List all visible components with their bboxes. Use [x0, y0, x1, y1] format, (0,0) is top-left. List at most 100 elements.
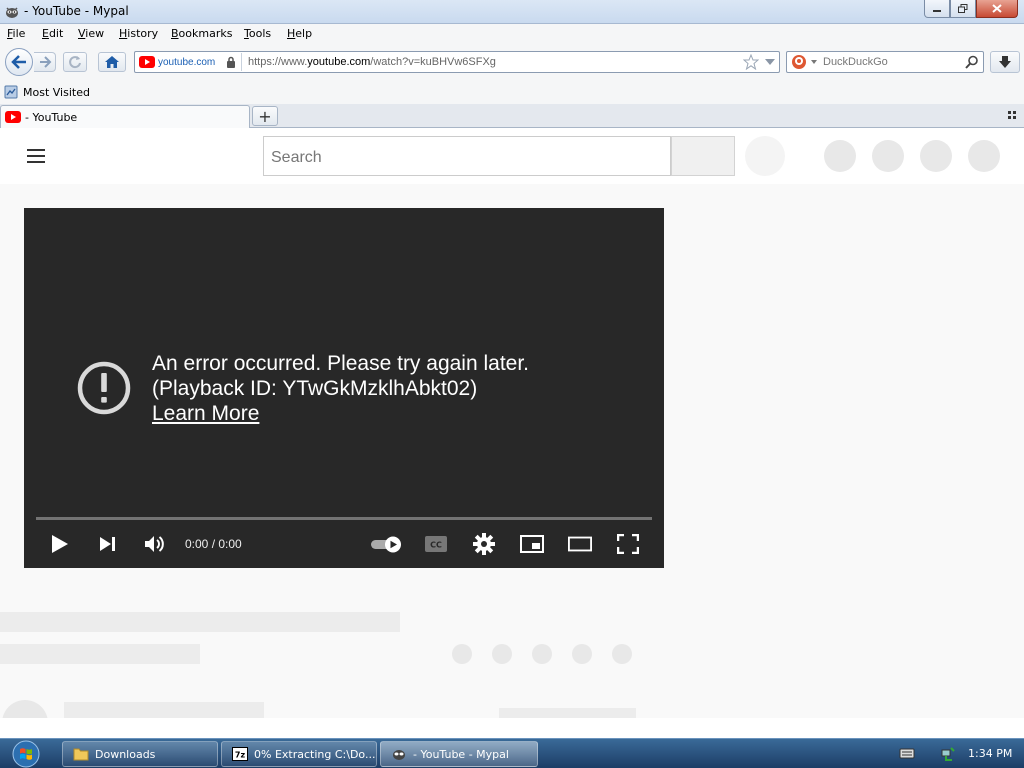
close-icon — [992, 4, 1002, 13]
volume-icon — [145, 536, 164, 552]
gear-icon — [473, 533, 495, 555]
taskbar-7zip[interactable]: 7z 0% Extracting C:\Do... — [221, 741, 377, 767]
taskbar-mypal[interactable]: - YouTube - Mypal — [380, 741, 538, 767]
theater-mode-icon — [568, 536, 592, 552]
reload-icon — [69, 56, 81, 69]
back-button[interactable] — [5, 48, 33, 76]
action-placeholder — [492, 644, 512, 664]
menu-help[interactable]: Help — [287, 27, 312, 40]
menu-view[interactable]: View — [78, 27, 104, 40]
download-arrow-icon — [999, 56, 1011, 68]
play-icon — [52, 535, 68, 553]
mypal-app-icon — [393, 750, 405, 760]
youtube-favicon-icon — [139, 56, 155, 68]
network-icon[interactable] — [940, 746, 956, 762]
mute-button[interactable] — [143, 532, 167, 556]
error-line-2: (Playback ID: YTwGkMzklhAbkt02) — [152, 377, 478, 400]
menu-file[interactable]: File — [7, 27, 25, 40]
home-button[interactable] — [98, 52, 126, 72]
search-bar[interactable]: DuckDuckGo — [786, 51, 984, 73]
svg-text:CC: CC — [430, 541, 442, 550]
url-dropdown-icon[interactable] — [765, 59, 775, 66]
downloads-button[interactable] — [990, 51, 1020, 73]
site-identity[interactable]: youtube.com — [136, 53, 242, 71]
progress-bar[interactable] — [36, 517, 652, 520]
url-text[interactable]: https://www.youtube.com/watch?v=kuBHVw6S… — [248, 56, 496, 68]
next-icon — [100, 537, 115, 551]
reload-button[interactable] — [63, 52, 87, 72]
7zip-icon: 7z — [232, 747, 248, 761]
fullscreen-icon — [617, 534, 639, 554]
clock: 1:34 PM — [968, 747, 1013, 760]
title-bar: - YouTube - Mypal — [0, 0, 1024, 24]
error-icon — [77, 361, 131, 415]
most-visited-folder[interactable]: Most Visited — [4, 85, 90, 99]
bookmark-folder-icon — [4, 85, 18, 99]
start-button[interactable] — [6, 740, 46, 768]
menu-edit[interactable]: Edit — [42, 27, 63, 40]
channel-avatar-placeholder — [2, 700, 48, 718]
header-icon-placeholder — [824, 140, 856, 172]
learn-more-link[interactable]: Learn More — [152, 401, 529, 426]
fullscreen-button[interactable] — [616, 532, 640, 556]
forward-arrow-icon — [39, 56, 51, 68]
theater-mode-button[interactable] — [568, 532, 592, 556]
action-placeholder — [572, 644, 592, 664]
youtube-search-button[interactable] — [671, 136, 735, 176]
header-icon-placeholder — [920, 140, 952, 172]
most-visited-label: Most Visited — [23, 85, 90, 99]
maximize-button[interactable] — [950, 0, 976, 18]
subscribe-placeholder — [499, 708, 636, 718]
folder-icon — [73, 748, 89, 761]
task-label: - YouTube - Mypal — [413, 747, 509, 761]
subtitles-button[interactable]: CC — [424, 532, 448, 556]
tab-list-icon[interactable] — [1008, 111, 1018, 119]
title-placeholder — [0, 612, 400, 632]
tab-label: - YouTube — [25, 110, 78, 124]
new-tab-button[interactable]: + — [252, 106, 278, 126]
action-placeholder — [452, 644, 472, 664]
header-icon-placeholder — [968, 140, 1000, 172]
action-placeholder — [612, 644, 632, 664]
next-button[interactable] — [96, 532, 120, 556]
plus-icon: + — [258, 106, 272, 126]
minimize-button[interactable] — [924, 0, 950, 18]
back-arrow-icon — [11, 55, 26, 69]
duckduckgo-icon[interactable] — [791, 54, 819, 70]
video-player[interactable]: An error occurred. Please try again late… — [24, 208, 664, 568]
window-title: - YouTube - Mypal — [24, 4, 129, 18]
bookmark-star-icon[interactable] — [743, 54, 759, 70]
url-prefix: https://www. — [248, 56, 308, 68]
time-display: 0:00 / 0:00 — [185, 537, 242, 551]
restore-icon — [958, 4, 968, 13]
menu-tools[interactable]: Tools — [244, 27, 271, 40]
identity-site-label: youtube.com — [158, 56, 216, 68]
autoplay-toggle[interactable] — [370, 532, 404, 556]
youtube-search-input[interactable]: Search — [263, 136, 671, 176]
windows-logo-icon — [12, 740, 40, 768]
youtube-masthead: Search — [0, 128, 1024, 184]
svg-text:7z: 7z — [235, 751, 246, 760]
url-path: /watch?v=kuBHVw6SFXg — [370, 56, 496, 68]
error-line-1: An error occurred. Please try again late… — [152, 352, 530, 375]
miniplayer-button[interactable] — [520, 532, 544, 556]
tab-youtube[interactable]: - YouTube — [0, 105, 250, 128]
forward-button[interactable] — [34, 52, 56, 72]
windows-taskbar: Downloads 7z 0% Extracting C:\Do... - Yo… — [0, 738, 1024, 768]
search-icon[interactable] — [965, 55, 979, 69]
channel-name-placeholder — [64, 702, 264, 718]
menu-history[interactable]: History — [119, 27, 158, 40]
keyboard-icon[interactable] — [899, 746, 915, 760]
play-button[interactable] — [48, 532, 72, 556]
task-label: Downloads — [95, 747, 156, 761]
tab-strip: - YouTube + — [0, 104, 1024, 128]
mypal-app-icon — [6, 7, 18, 18]
search-engine-placeholder: DuckDuckGo — [823, 56, 888, 68]
close-window-button[interactable] — [976, 0, 1018, 18]
guide-menu-icon[interactable] — [27, 149, 45, 163]
error-message: An error occurred. Please try again late… — [152, 351, 529, 426]
settings-button[interactable] — [472, 532, 496, 556]
menu-bookmarks[interactable]: Bookmarks — [171, 27, 232, 40]
taskbar-downloads[interactable]: Downloads — [62, 741, 218, 767]
address-bar[interactable]: youtube.com https://www.youtube.com/watc… — [134, 51, 780, 73]
